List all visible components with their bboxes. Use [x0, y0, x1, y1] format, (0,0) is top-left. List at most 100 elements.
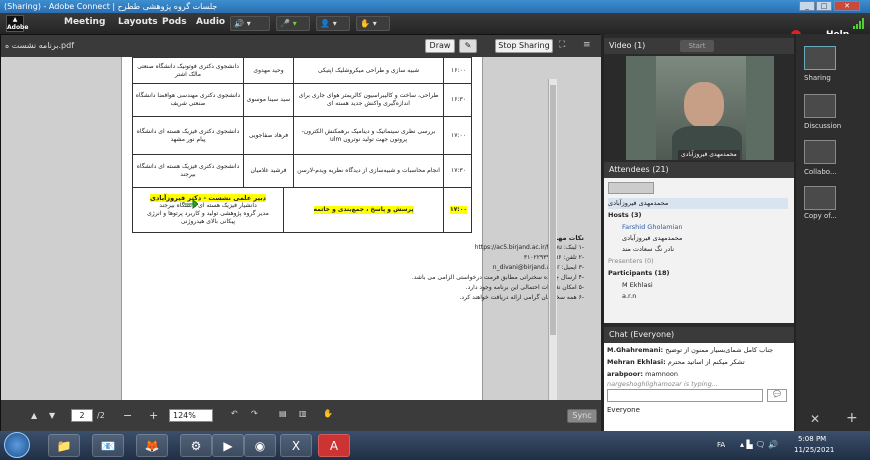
- chat-scope: (Everyone): [630, 330, 675, 339]
- acrobat-icon[interactable]: A: [318, 434, 350, 457]
- menu-audio[interactable]: Audio: [196, 17, 225, 27]
- document-scrollbar[interactable]: [548, 79, 557, 424]
- camera-button[interactable]: 👤 ▾: [316, 16, 350, 31]
- firefox-icon[interactable]: 🦊: [136, 434, 168, 457]
- chat-target[interactable]: Everyone: [607, 406, 640, 414]
- layout-label[interactable]: Sharing: [804, 74, 831, 82]
- table-cell-time: ۱۶:۳۰: [443, 84, 473, 116]
- undo-icon[interactable]: ↶: [231, 409, 238, 418]
- share-pod-header: برنامه نشست‌ ه.pdf Draw ✎ Stop Sharing ⛶…: [1, 35, 601, 57]
- tray-icons[interactable]: ▴ ▙ 🗨 🔊: [740, 440, 778, 449]
- excel-icon[interactable]: X: [280, 434, 312, 457]
- video-pod-title: Video: [609, 41, 632, 50]
- notes-section: نکات مهم: -۱ لینک: https://ac5.birjand.a…: [242, 233, 584, 303]
- redo-icon[interactable]: ↷: [251, 409, 258, 418]
- scrollbar-thumb[interactable]: [550, 85, 556, 335]
- minimize-button[interactable]: _: [799, 1, 815, 11]
- outlook-icon[interactable]: 📧: [92, 434, 124, 457]
- secretary-cell: دبیر علمی نشست - دکتر فیروزآبادی دانشیار…: [133, 188, 283, 232]
- table-row: دانشجوی دکتری فیزیک هسته ای دانشگاه پیام…: [132, 117, 472, 155]
- table-cell-affiliation: دانشجوی دکتری فوتونیک دانشگاه صنعتی مالک…: [137, 62, 239, 78]
- host-item[interactable]: نادر نگ سعادت مند: [608, 244, 788, 255]
- secretary-title: دبیر علمی نشست - دکتر فیروزآبادی: [150, 194, 267, 202]
- down-arrow-icon[interactable]: ▼: [49, 411, 55, 420]
- share-pod: برنامه نشست‌ ه.pdf Draw ✎ Stop Sharing ⛶…: [0, 34, 601, 432]
- file-explorer-icon[interactable]: 📁: [48, 434, 80, 457]
- participant-item[interactable]: a.r.n: [608, 291, 788, 302]
- stop-sharing-button[interactable]: Stop Sharing: [495, 39, 553, 53]
- pencil-icon[interactable]: ✎: [459, 39, 477, 53]
- add-layout-icon[interactable]: +: [846, 410, 858, 426]
- close-button[interactable]: ✕: [834, 1, 860, 11]
- page-number-input[interactable]: 2: [71, 409, 93, 422]
- raise-hand-button[interactable]: ✋ ▾: [356, 16, 390, 31]
- delete-layout-icon[interactable]: ✕: [810, 412, 820, 426]
- layout-label[interactable]: Collabo...: [804, 168, 837, 176]
- speaker-button[interactable]: 🔊 ▾: [230, 16, 270, 31]
- note-item: -۲ تلفن: ۰۵۶-۳۱۰۲۲۹۳۹: [523, 254, 584, 261]
- layout-label[interactable]: Copy of...: [804, 212, 837, 220]
- sync-button[interactable]: Sync: [567, 409, 597, 423]
- presenters-group-label[interactable]: Presenters (0): [608, 256, 788, 267]
- attendee-view-toggle[interactable]: [608, 182, 654, 194]
- pointer-arrow-icon: [184, 194, 199, 210]
- windows-taskbar: 📁 📧 🦊 ⚙ ▶ ◉ X A FA ▴ ▙ 🗨 🔊 5:08 PM 11/25…: [0, 431, 870, 460]
- draw-button[interactable]: Draw: [425, 39, 455, 53]
- page-total: /2: [97, 411, 105, 420]
- menu-pods[interactable]: Pods: [162, 17, 187, 27]
- adobe-logo-icon: ▲ Adobe: [6, 15, 29, 32]
- table-cell-speaker: سید سینا موسوی: [243, 84, 293, 116]
- layout-sharing-icon[interactable]: [804, 46, 836, 70]
- fullscreen-icon[interactable]: ⛶: [559, 40, 565, 50]
- host-item[interactable]: Farshid Gholamian: [608, 222, 788, 233]
- current-user-row[interactable]: محمدمهدی فیروزآبادی: [608, 198, 788, 209]
- chat-messages: M.Ghahremani: جناب کامل شمای‌بسیار ممنون…: [604, 343, 794, 431]
- zoom-in-icon[interactable]: +: [149, 409, 158, 422]
- layout-label[interactable]: Discussion: [804, 122, 841, 130]
- microphone-button[interactable]: 🎤 ▾: [276, 16, 310, 31]
- fit-page-icon[interactable]: ▤: [279, 409, 287, 418]
- hand-tool-icon[interactable]: ✋: [323, 409, 333, 418]
- table-cell-speaker: فرشید غلامیان: [243, 155, 293, 187]
- start-button-icon[interactable]: [4, 432, 30, 458]
- host-item[interactable]: محمدمهدی فیروزآبادی: [608, 233, 788, 244]
- right-pods: Video (1) Start محمدمهدی فیروزآبادی Atte…: [604, 34, 794, 431]
- language-indicator[interactable]: FA: [717, 441, 725, 449]
- layout-collaboration-icon[interactable]: [804, 140, 836, 164]
- video-pod-count: (1): [633, 41, 646, 50]
- media-player-icon[interactable]: ▶: [212, 434, 244, 457]
- hosts-group-label[interactable]: Hosts (3): [608, 210, 788, 221]
- secretary-line: پیکانی بالای هیدروژنی: [180, 218, 236, 225]
- chat-title: Chat: [609, 330, 628, 339]
- zoom-out-icon[interactable]: −: [123, 409, 132, 422]
- table-cell-speaker: فرهاد صفاجویی: [243, 117, 293, 154]
- zoom-select[interactable]: 124%: [169, 409, 213, 422]
- qa-label: پرسش و پاسخ ، جمع‌بندی و خاتمه: [313, 206, 414, 214]
- table-cell-time: ۱۷:۰۰: [443, 117, 473, 154]
- table-row: دانشجوی دکتری فوتونیک دانشگاه صنعتی مالک…: [132, 57, 472, 84]
- fit-width-icon[interactable]: ▥: [299, 409, 307, 418]
- start-video-button[interactable]: Start: [680, 40, 714, 52]
- chat-input[interactable]: [607, 389, 763, 402]
- note-item: -۶ همه سخنرانان گرامی ارائه دریافت خواهن…: [459, 294, 584, 301]
- notes-title: نکات مهم:: [550, 234, 584, 242]
- menu-layouts[interactable]: Layouts: [118, 17, 158, 27]
- pod-menu-icon[interactable]: ≡: [583, 40, 591, 50]
- participant-face-icon: [684, 82, 724, 128]
- layout-discussion-icon[interactable]: [804, 94, 836, 118]
- sharing-app-icon[interactable]: ⚙: [180, 434, 212, 457]
- video-pod-header: Video (1) Start: [604, 38, 794, 54]
- maximize-button[interactable]: □: [816, 1, 832, 11]
- participant-item[interactable]: M Ekhlasi: [608, 280, 788, 291]
- layout-copy-icon[interactable]: [804, 186, 836, 210]
- table-cell-time: ۱۶:۰۰: [443, 58, 473, 83]
- chrome-icon[interactable]: ◉: [244, 434, 276, 457]
- window-title: (Sharing) - Adobe Connect | جلسات گروه پ…: [4, 2, 218, 11]
- participants-group-label[interactable]: Participants (18): [608, 268, 788, 279]
- menu-meeting[interactable]: Meeting: [64, 17, 105, 27]
- document-toolbar: ▲ ▼ 2 /2 − + 124% ↶ ↷ ▤ ▥ ✋ Sync: [1, 400, 601, 432]
- up-arrow-icon[interactable]: ▲: [31, 411, 37, 420]
- video-caption: محمدمهدی فیروزآبادی: [678, 150, 740, 160]
- send-icon[interactable]: 💬: [767, 389, 787, 402]
- table-cell-title: شبیه سازی و طراحی میکرو‌شلیک اپتیکی: [293, 58, 443, 83]
